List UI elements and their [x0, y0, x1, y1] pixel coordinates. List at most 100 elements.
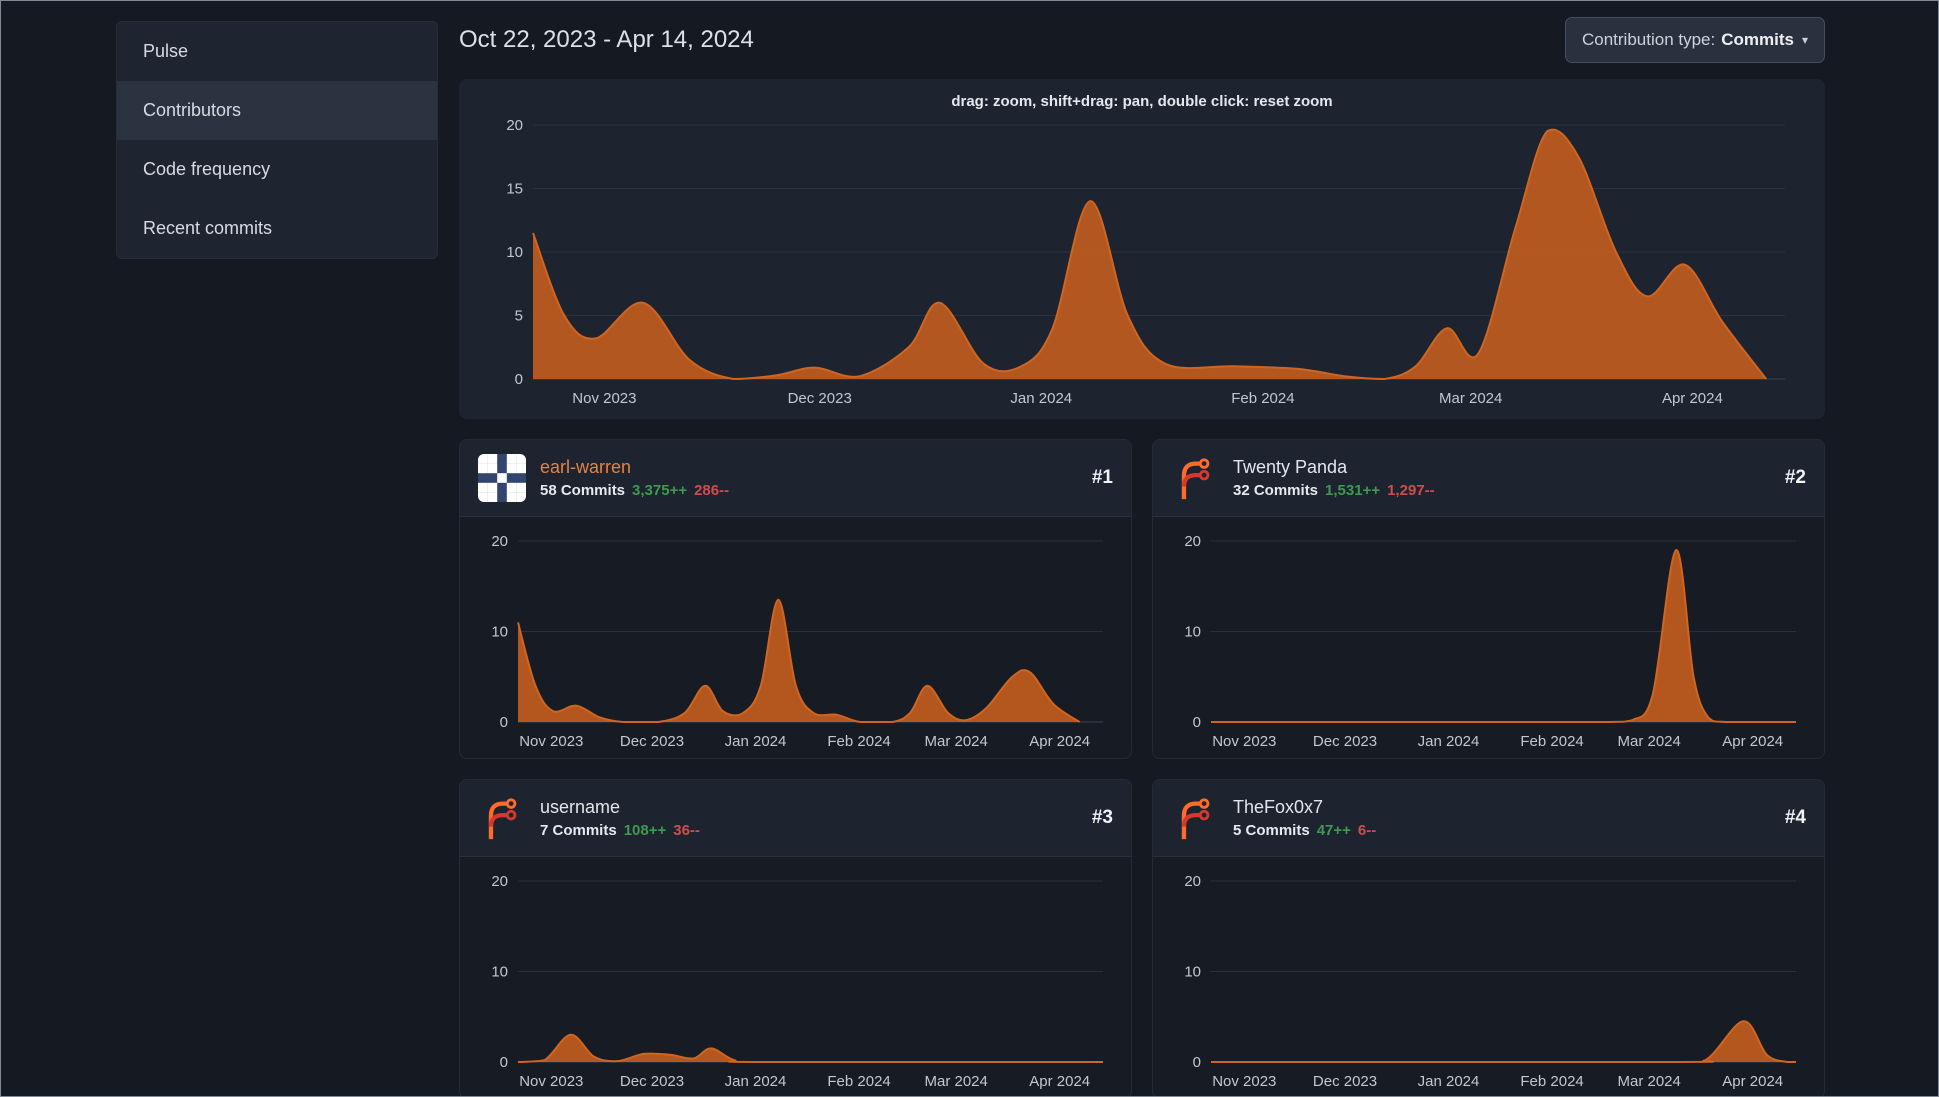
svg-text:Mar 2024: Mar 2024 — [925, 733, 988, 750]
svg-text:10: 10 — [491, 624, 508, 641]
sidebar-item-contributors[interactable]: Contributors — [117, 81, 437, 140]
deletions-count: 6-- — [1357, 822, 1377, 839]
additions-count: 47++ — [1316, 822, 1351, 839]
overall-commits-chart[interactable]: 0 5 10 15 20 Nov 2023 Dec 2023 Jan 2024 Feb 2024… — [483, 113, 1801, 413]
contributor-chart[interactable]: 0 10 20 Nov 2023 Dec 2023 Jan 2024 Feb 2024 Mar… — [1165, 529, 1810, 754]
avatar-forgejo-logo — [1171, 454, 1219, 502]
svg-text:0: 0 — [500, 1054, 508, 1071]
svg-text:Apr 2024: Apr 2024 — [1662, 390, 1723, 407]
svg-text:0: 0 — [1193, 1054, 1201, 1071]
commit-count: 7 Commits — [540, 822, 617, 839]
svg-text:Nov 2023: Nov 2023 — [1212, 733, 1276, 750]
contributor-stats: 32 Commits 1,531++ 1,297-- — [1233, 482, 1771, 499]
avatar-forgejo-logo — [478, 794, 526, 842]
svg-text:Mar 2024: Mar 2024 — [1618, 1073, 1681, 1090]
additions-count: 3,375++ — [632, 482, 688, 499]
contributor-title: Twenty Panda 32 Commits 1,531++ 1,297-- — [1233, 457, 1771, 499]
svg-text:Jan 2024: Jan 2024 — [1418, 1073, 1480, 1090]
contributor-card-body: 0 10 20 Nov 2023 Dec 2023 Jan 2024 Feb 2024 Mar… — [1153, 517, 1824, 758]
svg-text:20: 20 — [491, 873, 508, 890]
sidebar-item-code-frequency[interactable]: Code frequency — [117, 140, 437, 199]
svg-text:Jan 2024: Jan 2024 — [1418, 733, 1480, 750]
contributors-page: Pulse Contributors Code frequency Recent… — [0, 0, 1939, 1097]
svg-text:Nov 2023: Nov 2023 — [572, 390, 636, 407]
deletions-count: 1,297-- — [1387, 482, 1435, 499]
avatar-forgejo-logo — [1171, 794, 1219, 842]
contributor-card: earl-warren 58 Commits 3,375++ 286-- #1 0 1… — [459, 439, 1132, 759]
svg-text:Apr 2024: Apr 2024 — [1029, 1073, 1090, 1090]
sidebar-item-pulse[interactable]: Pulse — [117, 22, 437, 81]
svg-text:Jan 2024: Jan 2024 — [1010, 390, 1072, 407]
date-range-title: Oct 22, 2023 - Apr 14, 2024 — [459, 26, 754, 53]
svg-text:10: 10 — [1184, 964, 1201, 981]
contributor-card-body: 0 10 20 Nov 2023 Dec 2023 Jan 2024 Feb 2024 Mar… — [460, 857, 1131, 1096]
svg-text:Dec 2023: Dec 2023 — [1313, 1073, 1377, 1090]
svg-text:Jan 2024: Jan 2024 — [725, 1073, 787, 1090]
contributor-name: username — [540, 797, 621, 817]
main-content: Oct 22, 2023 - Apr 14, 2024 Contribution… — [459, 1, 1825, 1096]
contributor-stats: 58 Commits 3,375++ 286-- — [540, 482, 1078, 499]
svg-text:Feb 2024: Feb 2024 — [1520, 733, 1583, 750]
svg-text:Apr 2024: Apr 2024 — [1029, 733, 1090, 750]
svg-text:Feb 2024: Feb 2024 — [827, 733, 890, 750]
svg-text:Nov 2023: Nov 2023 — [519, 733, 583, 750]
contributor-chart[interactable]: 0 10 20 Nov 2023 Dec 2023 Jan 2024 Feb 2024 Mar… — [1165, 869, 1810, 1094]
svg-text:20: 20 — [491, 533, 508, 550]
additions-count: 1,531++ — [1325, 482, 1381, 499]
contribution-type-label: Contribution type: — [1581, 30, 1716, 49]
svg-text:0: 0 — [1193, 714, 1201, 731]
svg-text:10: 10 — [506, 244, 523, 261]
contributor-rank: #2 — [1784, 467, 1806, 488]
contributor-card-header: TheFox0x7 5 Commits 47++ 6-- #4 — [1153, 780, 1824, 857]
contribution-type-value: Commits — [1721, 30, 1794, 49]
svg-text:Feb 2024: Feb 2024 — [1231, 390, 1294, 407]
svg-text:Apr 2024: Apr 2024 — [1722, 733, 1783, 750]
contributor-card: TheFox0x7 5 Commits 47++ 6-- #4 0 10 20 Nov 2… — [1152, 779, 1825, 1096]
svg-text:Jan 2024: Jan 2024 — [725, 733, 787, 750]
svg-text:20: 20 — [506, 117, 523, 134]
svg-text:10: 10 — [491, 964, 508, 981]
svg-text:Feb 2024: Feb 2024 — [827, 1073, 890, 1090]
commit-count: 32 Commits — [1233, 482, 1319, 499]
contributor-rank: #1 — [1091, 467, 1113, 488]
overall-commits-chart-panel: drag: zoom, shift+drag: pan, double clic… — [459, 79, 1825, 419]
contributor-rank: #4 — [1784, 807, 1806, 828]
contributor-card: Twenty Panda 32 Commits 1,531++ 1,297-- #2… — [1152, 439, 1825, 759]
contributor-title: TheFox0x7 5 Commits 47++ 6-- — [1233, 797, 1771, 839]
svg-text:Dec 2023: Dec 2023 — [788, 390, 852, 407]
content-header: Oct 22, 2023 - Apr 14, 2024 Contribution… — [459, 15, 1825, 65]
svg-text:10: 10 — [1184, 624, 1201, 641]
contributor-card-body: 0 10 20 Nov 2023 Dec 2023 Jan 2024 Feb 2024 Mar… — [460, 517, 1131, 758]
svg-text:Feb 2024: Feb 2024 — [1520, 1073, 1583, 1090]
contributor-title: earl-warren 58 Commits 3,375++ 286-- — [540, 457, 1078, 499]
svg-text:0: 0 — [500, 714, 508, 731]
svg-text:20: 20 — [1184, 873, 1201, 890]
svg-text:20: 20 — [1184, 533, 1201, 550]
contributor-name: TheFox0x7 — [1233, 797, 1324, 817]
svg-text:Dec 2023: Dec 2023 — [620, 733, 684, 750]
svg-text:Mar 2024: Mar 2024 — [1618, 733, 1681, 750]
activity-nav: Pulse Contributors Code frequency Recent… — [116, 21, 438, 259]
chevron-down-icon: ▾ — [1801, 33, 1808, 47]
svg-text:Nov 2023: Nov 2023 — [519, 1073, 583, 1090]
svg-text:Mar 2024: Mar 2024 — [1439, 390, 1502, 407]
svg-text:Dec 2023: Dec 2023 — [1313, 733, 1377, 750]
svg-text:0: 0 — [515, 371, 523, 388]
deletions-count: 36-- — [673, 822, 700, 839]
commit-count: 5 Commits — [1233, 822, 1310, 839]
svg-text:Apr 2024: Apr 2024 — [1722, 1073, 1783, 1090]
avatar-identicon — [478, 454, 526, 502]
contributor-card-header: username 7 Commits 108++ 36-- #3 — [460, 780, 1131, 857]
svg-text:Mar 2024: Mar 2024 — [925, 1073, 988, 1090]
contribution-type-dropdown[interactable]: Contribution type: Commits ▾ — [1564, 17, 1825, 63]
contributor-name[interactable]: earl-warren — [540, 457, 1078, 478]
deletions-count: 286-- — [694, 482, 730, 499]
contributor-stats: 5 Commits 47++ 6-- — [1233, 822, 1771, 839]
additions-count: 108++ — [623, 822, 667, 839]
contributor-card-body: 0 10 20 Nov 2023 Dec 2023 Jan 2024 Feb 2024 Mar… — [1153, 857, 1824, 1096]
contributor-card-header: earl-warren 58 Commits 3,375++ 286-- #1 — [460, 440, 1131, 517]
sidebar-item-recent-commits[interactable]: Recent commits — [117, 199, 437, 258]
contributor-card-header: Twenty Panda 32 Commits 1,531++ 1,297-- #2 — [1153, 440, 1824, 517]
contributor-chart[interactable]: 0 10 20 Nov 2023 Dec 2023 Jan 2024 Feb 2024 Mar… — [472, 529, 1117, 754]
contributor-chart[interactable]: 0 10 20 Nov 2023 Dec 2023 Jan 2024 Feb 2024 Mar… — [472, 869, 1117, 1094]
